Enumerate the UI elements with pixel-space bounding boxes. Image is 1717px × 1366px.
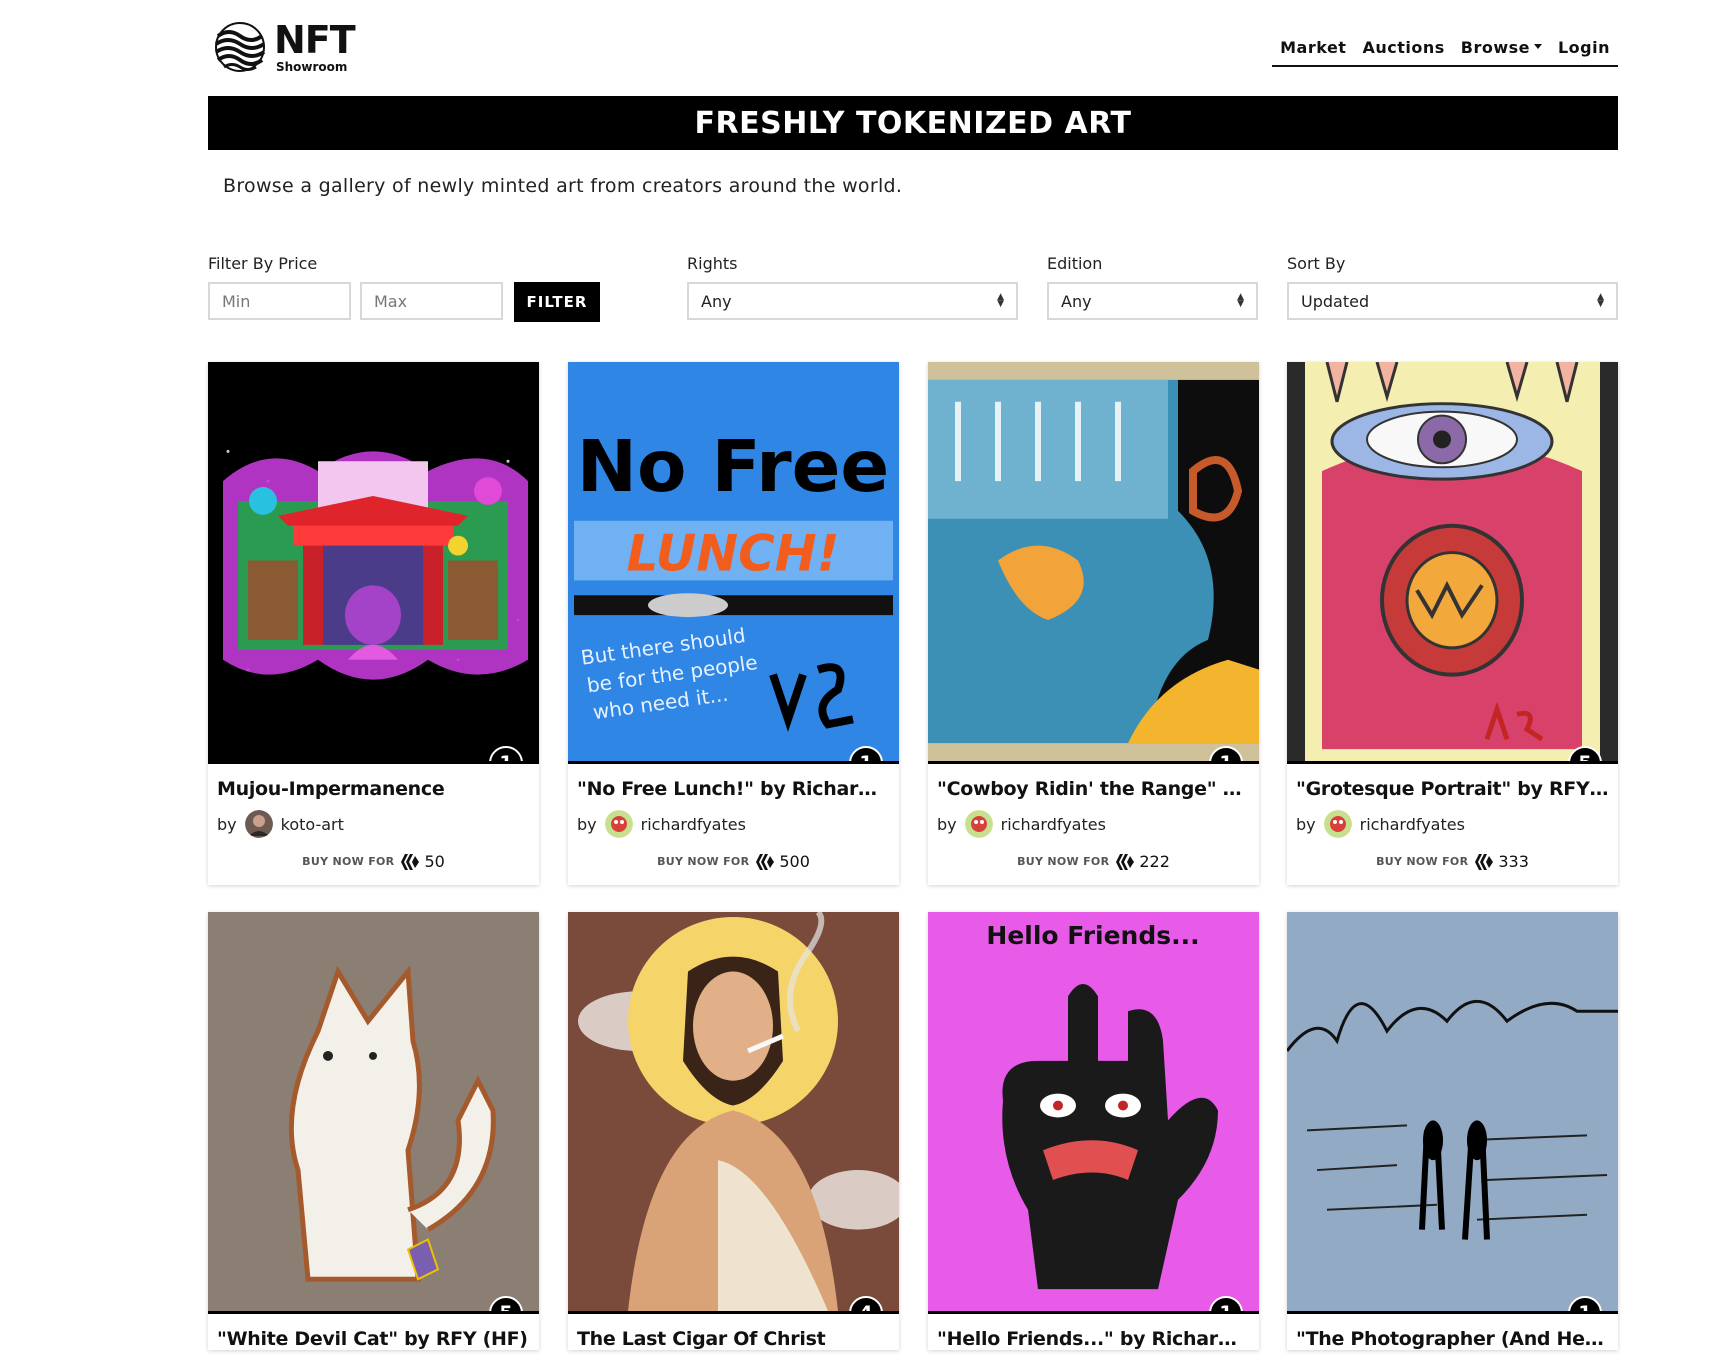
- edition-value: Any: [1061, 291, 1092, 311]
- nft-artwork[interactable]: Hello Friends... 1: [928, 912, 1259, 1314]
- nft-artwork[interactable]: 4: [568, 912, 899, 1314]
- site-logo[interactable]: NFT Showroom: [214, 18, 356, 74]
- nft-card[interactable]: 1 Mujou-Impermanence by koto-art BUY NOW…: [208, 362, 539, 885]
- by-label: by: [577, 814, 597, 834]
- by-label: by: [1296, 814, 1316, 834]
- card-title[interactable]: "Grotesque Portrait" by RFY (H...: [1287, 764, 1618, 800]
- main-nav: Market Auctions Browse Login: [1272, 38, 1618, 67]
- intro-text: Browse a gallery of newly minted art fro…: [223, 175, 903, 197]
- card-title[interactable]: "The Photographer (And Her ...: [1287, 1314, 1618, 1350]
- artwork-grotesque: [1287, 362, 1618, 761]
- price-value: 333: [1498, 852, 1529, 871]
- nav-browse-label: Browse: [1460, 38, 1530, 57]
- hive-icon: [756, 853, 775, 870]
- sort-value: Updated: [1301, 291, 1370, 311]
- page-banner: FRESHLY TOKENIZED ART: [208, 96, 1618, 150]
- author-name[interactable]: richardfyates: [641, 815, 746, 834]
- filter-button[interactable]: FILTER: [514, 282, 600, 322]
- author-name[interactable]: richardfyates: [1360, 815, 1465, 834]
- nft-artwork[interactable]: 1: [928, 362, 1259, 764]
- price-value: 50: [424, 852, 445, 871]
- card-title[interactable]: "No Free Lunch!" by Richard F...: [568, 764, 899, 800]
- card-title[interactable]: "Cowboy Ridin' the Range" by ...: [928, 764, 1259, 800]
- art-text-hello: Hello Friends...: [986, 921, 1199, 950]
- card-author: by richardfyates: [928, 800, 1259, 838]
- card-author: by richardfyates: [1287, 800, 1618, 838]
- by-label: by: [217, 814, 237, 834]
- buy-now-label: BUY NOW FOR: [1017, 855, 1110, 868]
- rights-select[interactable]: Any ▲ ▼: [687, 282, 1018, 320]
- card-price: BUY NOW FOR 222: [928, 838, 1259, 885]
- nft-artwork[interactable]: 1: [208, 362, 539, 764]
- select-arrows-icon: ▲ ▼: [1597, 292, 1604, 309]
- avatar[interactable]: [604, 810, 633, 838]
- card-price: BUY NOW FOR 500: [568, 838, 899, 885]
- nft-artwork[interactable]: 5: [1287, 362, 1618, 764]
- sort-label: Sort By: [1287, 254, 1346, 273]
- card-price: BUY NOW FOR 50: [208, 838, 539, 885]
- artwork-photographer: [1287, 912, 1618, 1311]
- select-arrows-icon: ▲ ▼: [997, 292, 1004, 309]
- avatar[interactable]: [244, 810, 273, 838]
- art-text-line1: No Free: [577, 424, 889, 508]
- buy-now-label: BUY NOW FOR: [657, 855, 750, 868]
- artwork-last-cigar: [568, 912, 899, 1311]
- nft-card[interactable]: 5 "White Devil Cat" by RFY (HF): [208, 912, 539, 1350]
- avatar[interactable]: [1323, 810, 1352, 838]
- nft-artwork[interactable]: 5: [208, 912, 539, 1314]
- logo-title: NFT: [274, 18, 356, 62]
- card-price: BUY NOW FOR 333: [1287, 838, 1618, 885]
- min-price-input[interactable]: [208, 282, 351, 320]
- nft-card[interactable]: 4 The Last Cigar Of Christ: [568, 912, 899, 1350]
- rights-label: Rights: [687, 254, 738, 273]
- author-name[interactable]: richardfyates: [1001, 815, 1106, 834]
- price-value: 222: [1139, 852, 1170, 871]
- card-title[interactable]: Mujou-Impermanence: [208, 764, 539, 800]
- rights-value: Any: [701, 291, 732, 311]
- logo-subtitle: Showroom: [276, 60, 348, 74]
- nft-card[interactable]: 1 "The Photographer (And Her ...: [1287, 912, 1618, 1350]
- hive-icon: [401, 853, 420, 870]
- hive-icon: [1475, 853, 1494, 870]
- nft-card[interactable]: Hello Friends... 1 "Hello Friends..." by…: [928, 912, 1259, 1350]
- select-arrows-icon: ▲ ▼: [1237, 292, 1244, 309]
- artwork-hello-friends: Hello Friends...: [928, 912, 1259, 1311]
- nav-login[interactable]: Login: [1550, 38, 1618, 57]
- avatar[interactable]: [964, 810, 993, 838]
- buy-now-label: BUY NOW FOR: [1376, 855, 1469, 868]
- caret-down-icon: [1533, 44, 1542, 49]
- nft-artwork[interactable]: 1: [1287, 912, 1618, 1314]
- edition-label: Edition: [1047, 254, 1103, 273]
- nav-browse[interactable]: Browse: [1453, 38, 1550, 57]
- artwork-white-devil-cat: [208, 912, 539, 1311]
- logo-globe-icon: [214, 22, 266, 72]
- nft-card[interactable]: 1 "Cowboy Ridin' the Range" by ... by ri…: [928, 362, 1259, 885]
- artwork-cowboy: [928, 362, 1259, 761]
- nft-card[interactable]: No Free LUNCH! But there should be for t…: [568, 362, 899, 885]
- hive-icon: [1116, 853, 1135, 870]
- card-title[interactable]: "White Devil Cat" by RFY (HF): [208, 1314, 539, 1350]
- price-filter-label: Filter By Price: [208, 254, 318, 273]
- nft-card[interactable]: 5 "Grotesque Portrait" by RFY (H... by r…: [1287, 362, 1618, 885]
- buy-now-label: BUY NOW FOR: [302, 855, 395, 868]
- nav-auctions[interactable]: Auctions: [1354, 38, 1452, 57]
- nav-market[interactable]: Market: [1272, 38, 1354, 57]
- by-label: by: [937, 814, 957, 834]
- max-price-input[interactable]: [360, 282, 503, 320]
- price-value: 500: [779, 852, 810, 871]
- sort-select[interactable]: Updated ▲ ▼: [1287, 282, 1618, 320]
- edition-select[interactable]: Any ▲ ▼: [1047, 282, 1258, 320]
- card-title[interactable]: The Last Cigar Of Christ: [568, 1314, 899, 1350]
- artwork-mujou: [208, 362, 539, 761]
- author-name[interactable]: koto-art: [281, 815, 344, 834]
- artwork-no-free-lunch: No Free LUNCH! But there should be for t…: [568, 362, 899, 761]
- card-author: by koto-art: [208, 800, 539, 838]
- nft-artwork[interactable]: No Free LUNCH! But there should be for t…: [568, 362, 899, 764]
- card-author: by richardfyates: [568, 800, 899, 838]
- art-text-line2: LUNCH!: [627, 525, 840, 583]
- card-title[interactable]: "Hello Friends..." by Richard F. ...: [928, 1314, 1259, 1350]
